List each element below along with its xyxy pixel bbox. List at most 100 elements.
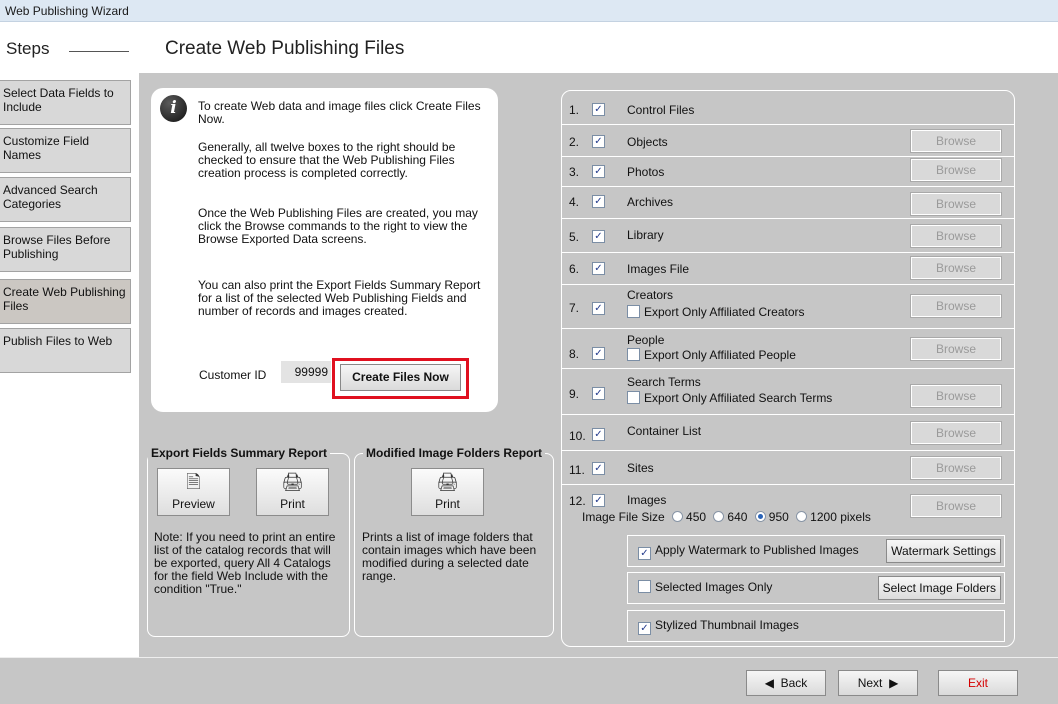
row-label: Objects xyxy=(627,135,668,149)
select-image-folders-button[interactable]: Select Image Folders xyxy=(877,576,1001,600)
row-label: Creators xyxy=(627,288,674,302)
info-panel: i To create Web data and image files cli… xyxy=(151,88,498,412)
watermark-option[interactable]: ✓ Apply Watermark to Published Images xyxy=(638,543,859,560)
step-publish-files[interactable]: Publish Files to Web xyxy=(0,328,131,373)
selected-images-option[interactable]: Selected Images Only xyxy=(638,580,772,594)
back-button[interactable]: ◀ Back xyxy=(746,670,826,696)
images-checkbox[interactable]: ✓ xyxy=(592,494,605,507)
customer-id-label: Customer ID xyxy=(199,368,267,382)
thumbnail-checkbox[interactable]: ✓ xyxy=(638,622,651,635)
affiliated-creators-checkbox[interactable] xyxy=(627,305,640,318)
file-row-container-list: 10. ✓ Container List Browse xyxy=(562,415,1014,451)
row-label: Control Files xyxy=(627,103,695,117)
creators-checkbox[interactable]: ✓ xyxy=(592,302,605,315)
control-files-checkbox[interactable]: ✓ xyxy=(592,103,605,116)
browse-images-button[interactable]: Browse xyxy=(910,494,1002,518)
file-row-images-file: 6. ✓ Images File Browse xyxy=(562,253,1014,285)
window-title: Web Publishing Wizard xyxy=(0,0,1058,22)
watermark-settings-button[interactable]: Watermark Settings xyxy=(886,539,1001,563)
info-icon: i xyxy=(160,95,187,122)
step-advanced-search-categories[interactable]: Advanced Search Categories xyxy=(0,177,131,222)
size-950-radio[interactable] xyxy=(754,511,766,522)
row-number: 6. xyxy=(569,262,580,276)
image-size-label: Image File Size xyxy=(582,510,665,524)
export-print-button[interactable]: 🖨 Print xyxy=(256,468,329,516)
people-checkbox[interactable]: ✓ xyxy=(592,347,605,360)
browse-sites-button[interactable]: Browse xyxy=(910,456,1002,480)
photos-checkbox[interactable]: ✓ xyxy=(592,165,605,178)
row-label: Container List xyxy=(627,424,702,438)
affiliated-search-terms-label: Export Only Affiliated Search Terms xyxy=(644,391,833,405)
thumbnail-option[interactable]: ✓ Stylized Thumbnail Images xyxy=(638,618,799,635)
export-report-title: Export Fields Summary Report xyxy=(148,446,331,460)
browse-search-terms-button[interactable]: Browse xyxy=(910,384,1002,408)
browse-archives-button[interactable]: Browse xyxy=(910,192,1002,216)
search-terms-checkbox[interactable]: ✓ xyxy=(592,387,605,400)
image-size-selector: Image File Size 450 640 950 1200 pixels xyxy=(582,510,871,524)
export-fields-report-group: Export Fields Summary Report 🗎 Preview 🖨… xyxy=(147,446,350,637)
file-row-search-terms: 9. ✓ Search Terms Export Only Affiliated… xyxy=(562,369,1014,415)
thumbnail-option-box: ✓ Stylized Thumbnail Images xyxy=(627,610,1005,642)
affiliated-people-checkbox[interactable] xyxy=(627,348,640,361)
printer-icon: 🖨 xyxy=(436,472,459,492)
browse-creators-button[interactable]: Browse xyxy=(910,294,1002,318)
size-450-radio[interactable] xyxy=(672,511,684,522)
step-browse-files[interactable]: Browse Files Before Publishing xyxy=(0,227,131,272)
step-customize-field-names[interactable]: Customize Field Names xyxy=(0,128,131,173)
browse-images-file-button[interactable]: Browse xyxy=(910,256,1002,280)
watermark-option-box: ✓ Apply Watermark to Published Images Wat… xyxy=(627,535,1005,567)
info-paragraph-1: To create Web data and image files click… xyxy=(198,99,481,126)
image-report-print-label: Print xyxy=(435,497,460,511)
file-row-objects: 2. ✓ Objects Browse xyxy=(562,125,1014,157)
container-list-checkbox[interactable]: ✓ xyxy=(592,428,605,441)
file-row-archives: 4. ✓ Archives Browse xyxy=(562,187,1014,219)
row-label: People xyxy=(627,333,665,347)
row-number: 5. xyxy=(569,230,580,244)
export-report-note: Note: If you need to print an entire lis… xyxy=(154,530,336,596)
affiliated-search-terms-checkbox[interactable] xyxy=(627,391,640,404)
row-number: 4. xyxy=(569,195,580,209)
browse-objects-button[interactable]: Browse xyxy=(910,129,1002,153)
row-number: 11. xyxy=(569,463,585,477)
image-folders-report-group: Modified Image Folders Report 🖨 Print Pr… xyxy=(354,446,554,637)
browse-container-list-button[interactable]: Browse xyxy=(910,421,1002,445)
affiliated-creators-option[interactable]: Export Only Affiliated Creators xyxy=(627,305,805,319)
step-create-web-publishing-files[interactable]: Create Web Publishing Files xyxy=(0,279,131,324)
preview-button[interactable]: 🗎 Preview xyxy=(157,468,230,516)
preview-icon: 🗎 xyxy=(186,472,201,492)
steps-header: Steps xyxy=(0,22,146,73)
next-label: Next xyxy=(857,676,883,690)
size-950-label: 950 xyxy=(768,510,789,524)
archives-checkbox[interactable]: ✓ xyxy=(592,195,605,208)
image-report-print-button[interactable]: 🖨 Print xyxy=(411,468,484,516)
images-file-checkbox[interactable]: ✓ xyxy=(592,262,605,275)
create-files-now-button[interactable]: Create Files Now xyxy=(340,364,461,391)
objects-checkbox[interactable]: ✓ xyxy=(592,135,605,148)
browse-people-button[interactable]: Browse xyxy=(910,337,1002,361)
size-1200-radio[interactable] xyxy=(796,511,808,522)
row-number: 8. xyxy=(569,347,580,361)
size-1200-label: 1200 xyxy=(810,510,837,524)
info-paragraph-3: Once the Web Publishing Files are create… xyxy=(198,206,478,246)
file-row-people: 8. ✓ People Export Only Affiliated Peopl… xyxy=(562,329,1014,369)
file-row-control-files: 1. ✓ Control Files xyxy=(562,91,1014,125)
affiliated-people-option[interactable]: Export Only Affiliated People xyxy=(627,348,796,362)
file-row-photos: 3. ✓ Photos Browse xyxy=(562,157,1014,187)
affiliated-search-terms-option[interactable]: Export Only Affiliated Search Terms xyxy=(627,391,832,405)
sites-checkbox[interactable]: ✓ xyxy=(592,462,605,475)
row-label: Images File xyxy=(627,262,690,276)
browse-photos-button[interactable]: Browse xyxy=(910,158,1002,182)
image-report-title: Modified Image Folders Report xyxy=(363,446,546,460)
selected-images-checkbox[interactable] xyxy=(638,580,651,593)
watermark-checkbox[interactable]: ✓ xyxy=(638,547,651,560)
browse-library-button[interactable]: Browse xyxy=(910,224,1002,248)
step-select-data-fields[interactable]: Select Data Fields to Include xyxy=(0,80,131,125)
size-unit-label: pixels xyxy=(840,510,871,524)
library-checkbox[interactable]: ✓ xyxy=(592,230,605,243)
size-640-radio[interactable] xyxy=(713,511,725,522)
next-button[interactable]: Next ▶ xyxy=(838,670,918,696)
customer-id-field[interactable]: 99999 xyxy=(281,361,331,383)
exit-button[interactable]: Exit xyxy=(938,670,1018,696)
next-arrow-icon: ▶ xyxy=(889,676,899,690)
affiliated-people-label: Export Only Affiliated People xyxy=(644,348,796,362)
